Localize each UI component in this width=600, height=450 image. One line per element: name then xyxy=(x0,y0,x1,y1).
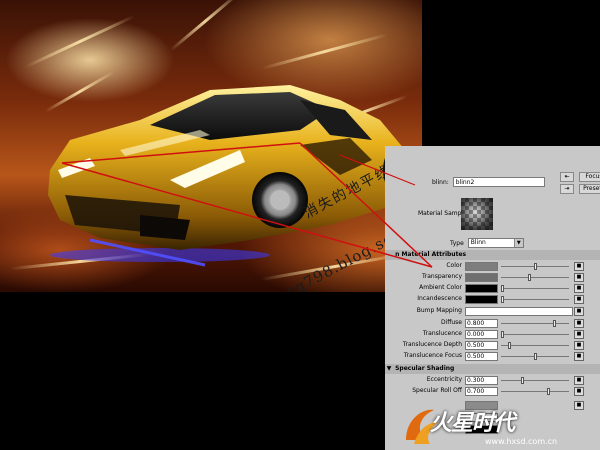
slider-handle[interactable] xyxy=(528,274,531,281)
attr-label: Transparency xyxy=(421,273,462,280)
attr-label: Specular Roll Off xyxy=(412,387,462,394)
color-swatch[interactable] xyxy=(465,284,498,293)
map-button-icon[interactable]: ■ xyxy=(574,341,584,350)
value-field[interactable]: 0.800 xyxy=(465,319,498,328)
color-swatch[interactable] xyxy=(465,295,498,304)
attr-row: Translucence Depth 0.500 ■ xyxy=(385,340,600,351)
attr-row: Color ■ xyxy=(385,261,600,272)
attr-row: Ambient Color ■ xyxy=(385,283,600,294)
value-field[interactable]: 0.500 xyxy=(465,341,498,350)
map-button-icon[interactable]: ■ xyxy=(574,376,584,385)
value-field[interactable]: 0.500 xyxy=(465,352,498,361)
attr-label: Color xyxy=(446,262,462,269)
map-button-icon[interactable]: ■ xyxy=(574,284,584,293)
map-button-icon[interactable]: ■ xyxy=(574,295,584,304)
select-icon[interactable]: ⇤ xyxy=(560,172,574,182)
slider-handle[interactable] xyxy=(553,320,556,327)
value-slider[interactable] xyxy=(501,377,569,384)
value-field[interactable]: 0.000 xyxy=(465,330,498,339)
type-dropdown-value: Blinn xyxy=(470,239,486,246)
value-slider[interactable] xyxy=(501,320,569,327)
attr-row: Diffuse 0.800 ■ xyxy=(385,318,600,329)
attr-row: Translucence 0.000 ■ xyxy=(385,329,600,340)
map-button-icon[interactable]: ■ xyxy=(574,307,584,316)
slider-handle[interactable] xyxy=(534,353,537,360)
slider-handle[interactable] xyxy=(521,377,524,384)
presets-button[interactable]: Presets xyxy=(579,184,600,194)
value-slider[interactable] xyxy=(501,353,569,360)
map-button-icon[interactable]: ■ xyxy=(574,330,584,339)
specular-section[interactable]: ▼ Specular Shading xyxy=(385,364,600,374)
render-image: 消失的地平线 cg798.blog.sohu.com xyxy=(0,0,422,292)
map-button-icon[interactable]: ■ xyxy=(574,387,584,396)
attr-row: Transparency ■ xyxy=(385,272,600,283)
attr-label: Ambient Color xyxy=(419,284,462,291)
chevron-down-icon: ▼ xyxy=(513,239,523,247)
slider-handle[interactable] xyxy=(534,263,537,270)
color-swatch[interactable] xyxy=(465,273,498,282)
slider-handle[interactable] xyxy=(547,388,550,395)
attr-label: Eccentricity xyxy=(426,376,462,383)
attr-label: Bump Mapping xyxy=(416,307,462,314)
slider-handle[interactable] xyxy=(501,296,504,303)
material-sample-label: Material Sample xyxy=(418,210,467,217)
attr-row: Eccentricity 0.300 ■ xyxy=(385,375,600,386)
section-title: n Material Attributes xyxy=(395,251,467,258)
value-slider[interactable] xyxy=(501,274,569,281)
attr-label: Incandescence xyxy=(417,295,462,302)
focus-button[interactable]: Focus xyxy=(579,172,600,182)
type-dropdown[interactable]: Blinn ▼ xyxy=(467,238,524,248)
slider-handle[interactable] xyxy=(508,342,511,349)
attr-row: Specular Roll Off 0.700 ■ xyxy=(385,386,600,397)
value-field[interactable]: 0.700 xyxy=(465,387,498,396)
logo-url: www.hxsd.com.cn xyxy=(485,437,558,446)
material-type-label: blinn: xyxy=(432,178,449,186)
logo-text: 火星时代 xyxy=(430,411,515,436)
attr-row-bump: Bump Mapping ■ xyxy=(385,306,600,317)
attr-row: Translucence Focus 0.500 ■ xyxy=(385,351,600,362)
common-material-section[interactable]: n Material Attributes xyxy=(385,250,600,260)
material-name-field[interactable]: blinn2 xyxy=(452,177,545,187)
map-button-icon[interactable]: ■ xyxy=(574,352,584,361)
attr-label: Translucence Focus xyxy=(403,352,462,359)
value-field[interactable]: 0.300 xyxy=(465,376,498,385)
color-swatch[interactable] xyxy=(465,262,498,271)
value-slider[interactable] xyxy=(501,296,569,303)
value-slider[interactable] xyxy=(501,388,569,395)
section-title: Specular Shading xyxy=(395,365,455,372)
expand-triangle-icon: ▼ xyxy=(386,365,392,372)
value-slider[interactable] xyxy=(501,331,569,338)
slider-handle[interactable] xyxy=(501,285,504,292)
map-button-icon[interactable]: ■ xyxy=(574,262,584,271)
type-label: Type xyxy=(450,239,464,247)
value-slider[interactable] xyxy=(501,263,569,270)
attr-label: Translucence xyxy=(422,330,462,337)
type-row: Type Blinn ▼ xyxy=(450,238,524,248)
slider-handle[interactable] xyxy=(501,331,504,338)
map-button-icon[interactable]: ■ xyxy=(574,319,584,328)
attr-label: Translucence Depth xyxy=(402,341,462,348)
value-slider[interactable] xyxy=(501,285,569,292)
map-button-icon[interactable]: ■ xyxy=(574,273,584,282)
attr-row: Incandescence ■ xyxy=(385,294,600,305)
attr-label: Diffuse xyxy=(440,319,462,326)
material-sample-swatch xyxy=(461,198,493,230)
bump-mapping-field[interactable] xyxy=(465,307,573,316)
value-slider[interactable] xyxy=(501,342,569,349)
go-to-output-icon[interactable]: ⇥ xyxy=(560,184,574,194)
material-header: blinn: blinn2 ⇤ ⇥ Focus Presets Material… xyxy=(418,146,600,234)
